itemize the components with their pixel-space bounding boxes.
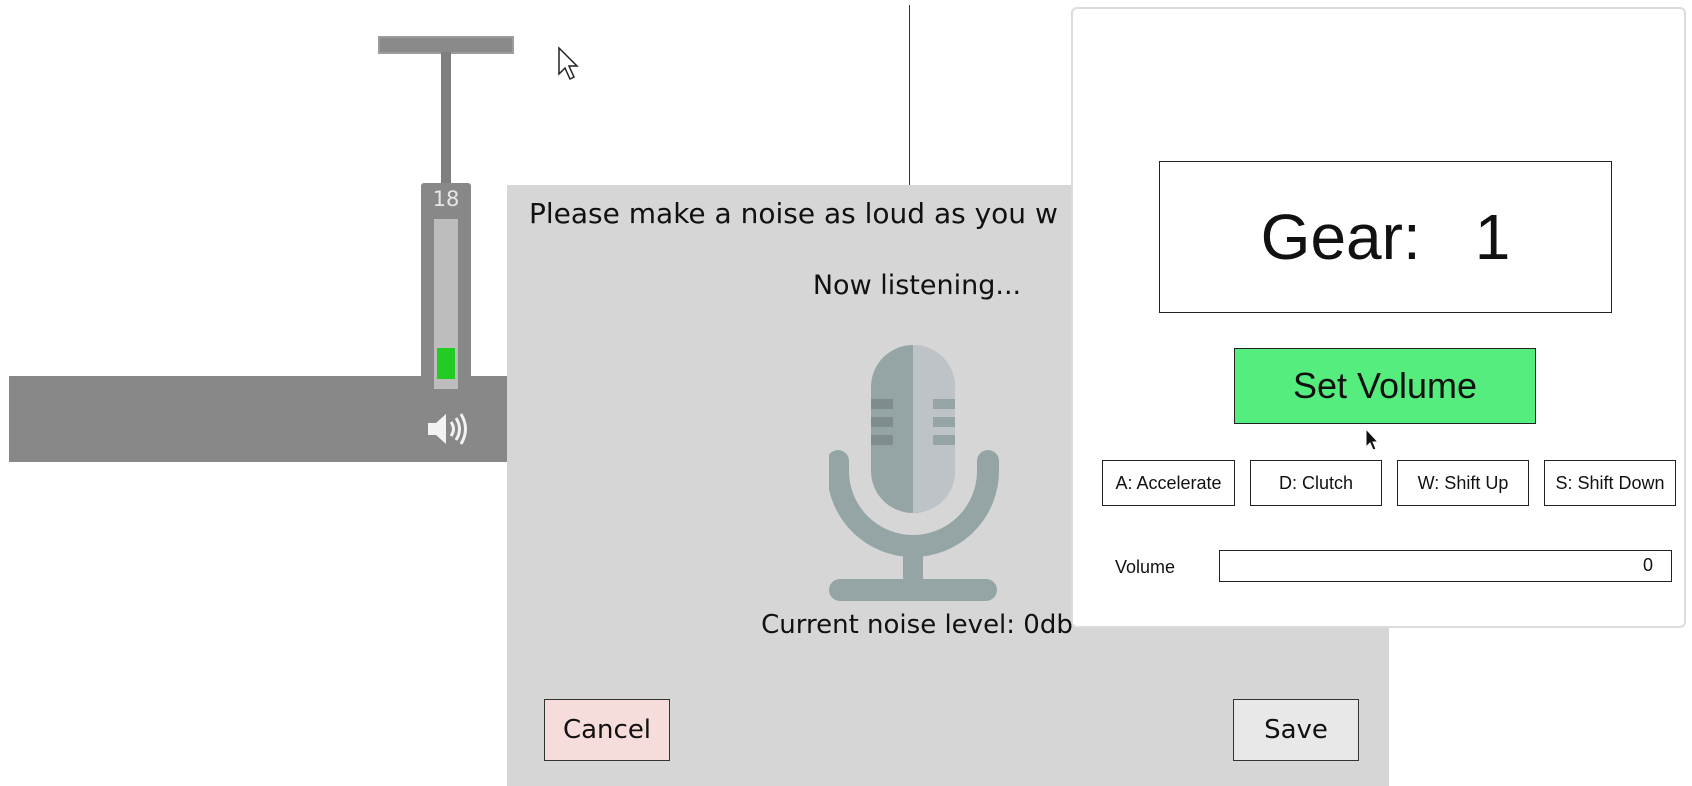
speaker-icon[interactable] — [422, 408, 472, 450]
clutch-key-button[interactable]: D: Clutch — [1250, 460, 1382, 506]
divider-line — [909, 5, 910, 185]
accelerate-key-button[interactable]: A: Accelerate — [1102, 460, 1235, 506]
mouse-pointer-icon — [1365, 428, 1380, 451]
microphone-icon — [829, 345, 999, 601]
volume-label: Volume — [1115, 557, 1176, 577]
game-control-panel: Gear: 1 Set Volume A: Accelerate D: Clut… — [1071, 7, 1686, 628]
gear-display: Gear: 1 — [1159, 161, 1612, 313]
pole — [441, 52, 451, 184]
shift-up-key-button[interactable]: W: Shift Up — [1397, 460, 1529, 506]
volume-slider-track[interactable] — [434, 219, 458, 389]
mouse-cursor-icon — [558, 46, 579, 81]
volume-slider[interactable]: 18 — [421, 183, 471, 399]
dialog-prompt: Please make a noise as loud as you w — [529, 197, 1058, 230]
shift-down-key-button[interactable]: S: Shift Down — [1544, 460, 1676, 506]
gear-value: 1 — [1474, 201, 1511, 273]
set-volume-button[interactable]: Set Volume — [1234, 348, 1536, 424]
save-button[interactable]: Save — [1233, 699, 1359, 761]
cancel-button[interactable]: Cancel — [544, 699, 670, 761]
gear-label: Gear: — [1260, 201, 1421, 273]
volume-slider-fill — [437, 348, 455, 379]
volume-value-bar: 0 — [1219, 550, 1672, 582]
volume-slider-value: 18 — [432, 187, 460, 211]
